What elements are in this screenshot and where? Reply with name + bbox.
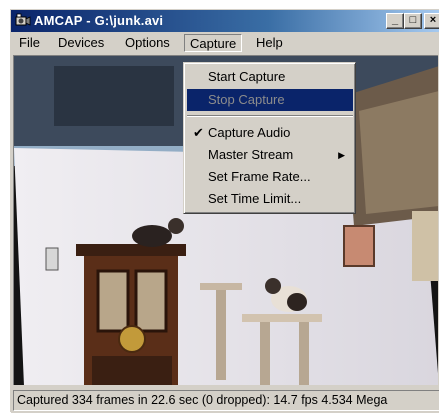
menu-options[interactable]: Options [120,34,175,52]
menu-help[interactable]: Help [251,34,288,52]
menu-item-capture-audio[interactable]: ✔ Capture Audio [187,122,353,144]
submenu-arrow-icon: ▶ [338,150,345,160]
title-bar[interactable]: AMCAP - G:\junk.avi _ □ × [11,10,439,32]
capture-menu-dropdown: Start Capture Stop Capture ✔ Capture Aud… [183,62,356,214]
maximize-icon[interactable]: □ [404,13,422,29]
menu-item-start-capture[interactable]: Start Capture [187,66,353,88]
menu-item-master-stream[interactable]: Master Stream ▶ [187,144,353,166]
status-bar: Captured 334 frames in 22.6 sec (0 dropp… [11,387,439,413]
menu-item-label: Set Frame Rate... [208,169,311,184]
menu-item-set-frame-rate[interactable]: Set Frame Rate... [187,166,353,188]
menu-capture[interactable]: Capture [184,34,243,52]
menu-item-label: Master Stream [208,147,294,162]
minimize-icon[interactable]: _ [386,13,404,29]
status-text: Captured 334 frames in 22.6 sec (0 dropp… [13,390,439,411]
menu-file[interactable]: File [14,34,45,52]
menu-item-set-time-limit[interactable]: Set Time Limit... [187,188,353,210]
window-title: AMCAP - G:\junk.avi [34,13,164,28]
menu-item-label: Start Capture [208,69,286,84]
close-icon[interactable]: × [424,13,439,29]
menu-item-label: Set Time Limit... [208,191,302,206]
menu-separator [187,115,353,117]
menu-bar: File Devices Options Capture Help [11,33,439,53]
menu-devices[interactable]: Devices [53,34,109,52]
checkmark-icon: ✔ [193,125,204,140]
menu-item-label: Stop Capture [208,92,285,107]
app-camera-icon [15,13,31,28]
menu-item-label: Capture Audio [208,125,291,140]
menu-item-stop-capture[interactable]: Stop Capture [187,89,353,111]
